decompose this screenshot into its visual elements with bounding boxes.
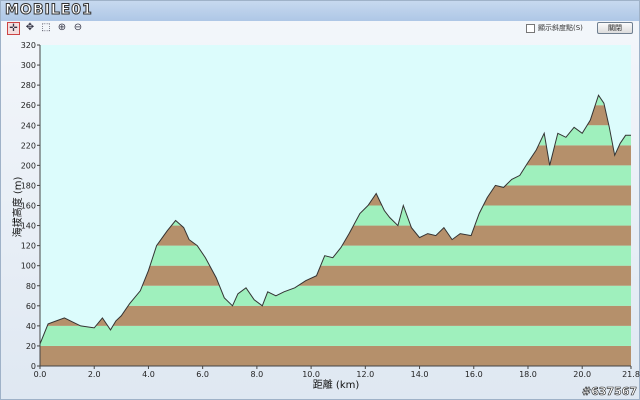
elevation-band <box>40 305 631 326</box>
y-tick-label: 120 <box>21 242 36 251</box>
y-tick-label: 60 <box>26 302 36 311</box>
x-tick-label: 2.0 <box>88 370 101 379</box>
elevation-profile-chart: 0.0 2.0 4.0 6.0 8.0 10.0 12.0 14.0 16.0 18.0 20.0 2… <box>11 41 640 391</box>
x-ticks: 0.0 2.0 4.0 6.0 8.0 10.0 12.0 14.0 16.0 18.0 20.0 2… <box>34 366 640 379</box>
watermark: #637567 <box>581 385 638 399</box>
x-tick-label: 18.0 <box>519 370 537 379</box>
x-tick-label: 12.0 <box>356 370 374 379</box>
x-tick-label: 16.0 <box>465 370 483 379</box>
y-tick-label: 40 <box>26 322 36 331</box>
y-tick-label: 220 <box>21 141 36 150</box>
x-tick-label: 20.0 <box>573 370 591 379</box>
x-tick-label: 4.0 <box>142 370 155 379</box>
y-tick-label: 200 <box>21 161 36 170</box>
y-tick-label: 20 <box>26 342 36 351</box>
y-tick-label: 300 <box>21 61 36 70</box>
x-axis-title: 距離 (km) <box>313 378 360 391</box>
x-tick-label: 21.8 <box>622 370 640 379</box>
x-tick-label: 14.0 <box>411 370 429 379</box>
y-axis-title: 海拔高度 (m) <box>11 177 24 238</box>
y-tick-label: 240 <box>21 121 36 130</box>
y-tick-label: 100 <box>21 262 36 271</box>
x-tick-label: 10.0 <box>302 370 320 379</box>
x-tick-label: 6.0 <box>196 370 209 379</box>
y-tick-label: 320 <box>21 41 36 50</box>
x-tick-label: 8.0 <box>251 370 264 379</box>
y-tick-label: 260 <box>21 101 36 110</box>
x-tick-label: 0.0 <box>34 370 47 379</box>
y-tick-label: 80 <box>26 282 36 291</box>
y-tick-label: 280 <box>21 81 36 90</box>
elevation-band <box>40 345 631 366</box>
elevation-band <box>40 325 631 346</box>
y-tick-label: 0 <box>31 362 36 371</box>
